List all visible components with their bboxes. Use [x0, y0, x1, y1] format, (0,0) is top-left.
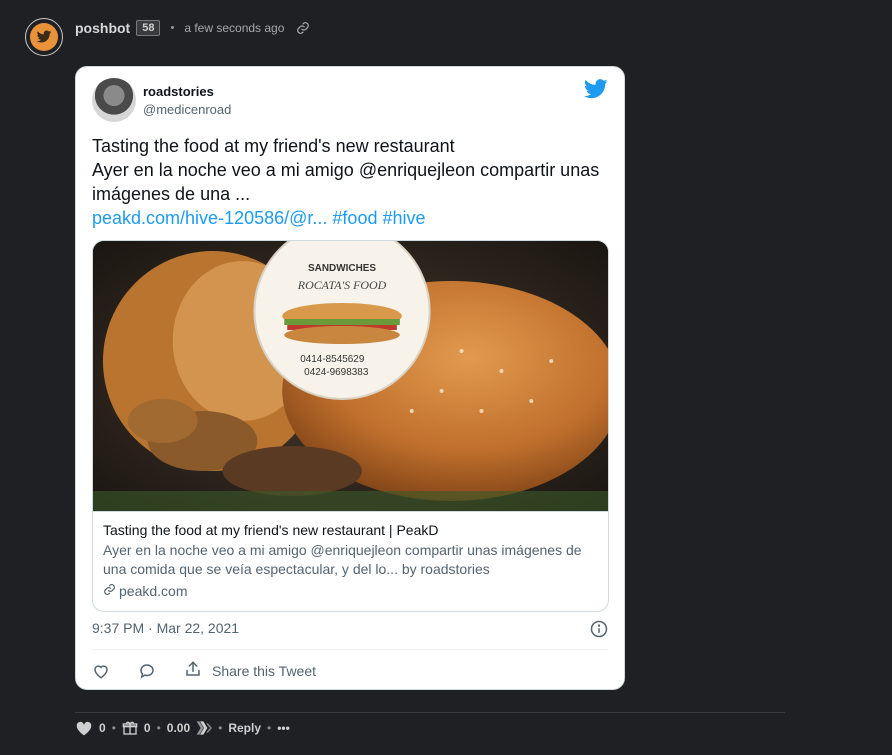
- embedded-tweet: roadstories @medicenroad Tasting the foo…: [75, 66, 625, 690]
- footer-sep-2: •: [156, 721, 161, 735]
- preview-domain: peakd.com: [119, 583, 188, 599]
- preview-title: Tasting the food at my friend's new rest…: [103, 522, 439, 538]
- tweet-url-link[interactable]: peakd.com/hive-120586/@r...: [92, 208, 327, 228]
- tweet-author-name[interactable]: roadstories: [143, 84, 214, 99]
- more-options-icon[interactable]: •••: [277, 721, 290, 735]
- tweet-line-title: Tasting the food at my friend's new rest…: [92, 136, 455, 156]
- link-icon: [103, 581, 116, 601]
- hive-icon: [196, 721, 213, 735]
- hashtag-food[interactable]: #food: [332, 208, 377, 228]
- info-icon[interactable]: [590, 620, 608, 643]
- tweet-text: Tasting the food at my friend's new rest…: [92, 134, 602, 230]
- share-tweet-button[interactable]: Share this Tweet: [184, 660, 316, 681]
- tweet-author-handle[interactable]: @medicenroad: [143, 102, 231, 117]
- twitter-bird-icon[interactable]: [584, 79, 608, 104]
- reputation-badge: 58: [136, 20, 161, 36]
- tweet-line-body: Ayer en la noche veo a mi amigo @enrique…: [92, 160, 600, 204]
- tweet-author-avatar[interactable]: [92, 78, 136, 122]
- tweet-divider: [92, 649, 608, 650]
- sticker-name-text: ROCATA'S FOOD: [297, 278, 387, 292]
- preview-domain-row: peakd.com: [103, 581, 598, 601]
- tweet-links: peakd.com/hive-120586/@r... #food #hive: [92, 206, 602, 230]
- preview-image-sandwich: SANDWICHES ROCATA'S FOOD 0414-8545629 04…: [93, 241, 608, 511]
- tweet-actions: Share this Tweet: [92, 660, 316, 681]
- tweet-date[interactable]: 9:37 PM · Mar 22, 2021: [92, 620, 239, 636]
- post-footer: 0 • 0 • 0.00 • Reply • •••: [75, 718, 290, 738]
- share-icon: [184, 660, 202, 681]
- footer-sep-4: •: [267, 721, 272, 735]
- reply-bubble-icon[interactable]: [138, 662, 156, 680]
- bird-avatar-icon: [30, 23, 58, 51]
- sticker-brand-text: SANDWICHES: [308, 263, 376, 274]
- link-preview-card[interactable]: SANDWICHES ROCATA'S FOOD 0414-8545629 04…: [92, 240, 609, 612]
- footer-divider: [75, 712, 785, 713]
- vote-count[interactable]: 0: [99, 721, 106, 735]
- payout-value[interactable]: 0.00: [167, 721, 190, 735]
- upvote-heart-icon[interactable]: [75, 720, 93, 736]
- post-timestamp[interactable]: a few seconds ago: [184, 21, 284, 35]
- permalink-icon[interactable]: [296, 21, 310, 35]
- footer-sep-3: •: [218, 721, 223, 735]
- sticker-phone-2: 0424-9698383: [304, 367, 369, 378]
- author-avatar[interactable]: [25, 18, 63, 56]
- hashtag-hive[interactable]: #hive: [382, 208, 425, 228]
- preview-details: Tasting the food at my friend's new rest…: [93, 511, 608, 609]
- preview-description: Ayer en la noche veo a mi amigo @enrique…: [103, 542, 582, 577]
- author-name[interactable]: poshbot: [75, 20, 130, 36]
- sticker-phone-1: 0414-8545629: [300, 354, 365, 365]
- share-label: Share this Tweet: [212, 662, 317, 679]
- header-separator: •: [170, 22, 175, 34]
- like-icon[interactable]: [92, 662, 110, 680]
- gift-icon[interactable]: [122, 720, 138, 736]
- reply-button[interactable]: Reply: [228, 721, 261, 735]
- footer-sep-1: •: [111, 721, 116, 735]
- gift-count[interactable]: 0: [144, 721, 151, 735]
- post-header: poshbot 58 • a few seconds ago: [75, 20, 310, 36]
